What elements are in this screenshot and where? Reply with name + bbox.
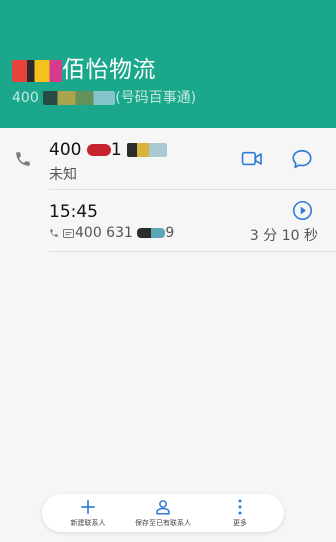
incoming-call-icon (50, 229, 58, 237)
contact-title: 佰怡物流 (12, 50, 156, 84)
more-vertical-icon (238, 499, 242, 515)
new-contact-label: 新建联系人 (70, 519, 106, 527)
call-time: 15:45 (49, 202, 98, 222)
person-icon (156, 500, 170, 515)
save-to-existing-button[interactable]: 保存至已有联系人 (126, 498, 200, 530)
more-label: 更多 (233, 519, 247, 527)
new-contact-button[interactable]: 新建联系人 (60, 498, 116, 530)
phone-icon (16, 152, 30, 166)
recording-icon (62, 229, 74, 238)
add-icon (81, 500, 95, 514)
call-history-row[interactable]: 15:45 400 631 9 3 分 10 秒 (0, 190, 336, 252)
play-icon[interactable] (292, 200, 313, 221)
more-button[interactable]: 更多 (220, 498, 260, 530)
contact-header: 佰怡物流 400 (号码百事通) (0, 0, 336, 128)
contact-subtitle: 400 (号码百事通) (12, 90, 197, 106)
call-type-icons (49, 228, 74, 241)
bottom-action-bar: 新建联系人 保存至已有联系人 更多 (42, 494, 284, 532)
video-call-icon[interactable] (241, 150, 263, 168)
redacted-block (127, 143, 168, 157)
save-to-existing-label: 保存至已有联系人 (135, 519, 191, 527)
number-label: 未知 (49, 167, 77, 183)
phone-number: 400 1 (49, 140, 168, 160)
divider (49, 251, 336, 252)
redacted-block (12, 59, 62, 82)
history-number: 400 631 9 (75, 225, 175, 241)
phone-number-row[interactable]: 400 1 未知 (0, 128, 336, 190)
message-icon[interactable] (291, 148, 313, 170)
call-duration: 3 分 10 秒 (249, 228, 318, 244)
redacted-block (43, 91, 116, 105)
redacted-block (137, 228, 166, 238)
redacted-block (86, 144, 111, 156)
